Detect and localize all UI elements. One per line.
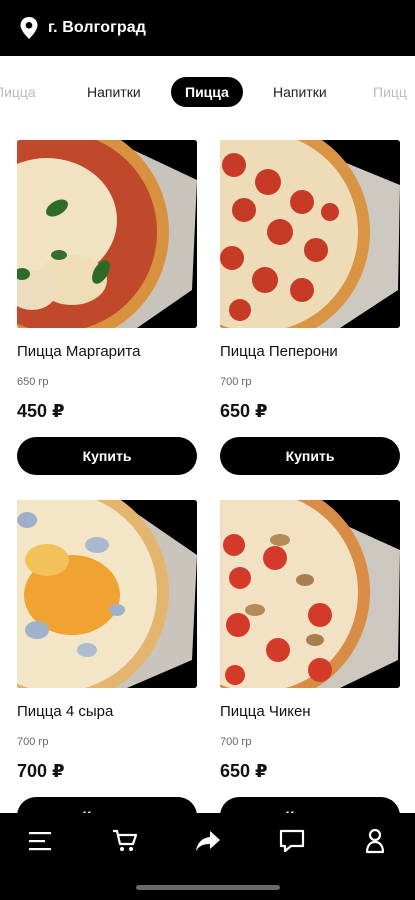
home-indicator	[136, 885, 280, 890]
chat-icon[interactable]	[278, 827, 306, 855]
product-image-pepperoni	[220, 140, 400, 328]
buy-button[interactable]: Купить	[17, 437, 197, 475]
product-image-margherita	[17, 140, 197, 328]
product-price: 700 ₽	[17, 761, 65, 781]
tab-pizza-prev[interactable]: Пицца	[0, 77, 36, 107]
location-pin-icon	[20, 17, 38, 39]
product-weight: 700 гр	[220, 376, 252, 388]
product-card[interactable]: Пицца Чикен 700 гр 650 ₽ Купить	[220, 500, 400, 835]
product-name: Пицца 4 сыра	[17, 703, 114, 720]
product-image-four-cheese	[17, 500, 197, 688]
product-card[interactable]: Пицца Пеперони 700 гр 650 ₽ Купить	[220, 140, 400, 475]
location-header[interactable]: г. Волгоград	[0, 0, 415, 56]
product-price: 650 ₽	[220, 761, 268, 781]
product-card[interactable]: Пицца Маргарита 650 гр 450 ₽ Купить	[17, 140, 197, 475]
product-weight: 700 гр	[17, 736, 49, 748]
product-price: 450 ₽	[17, 401, 65, 421]
menu-icon[interactable]	[27, 827, 55, 855]
profile-icon[interactable]	[361, 827, 389, 855]
product-name: Пицца Чикен	[220, 703, 311, 720]
product-name: Пицца Маргарита	[17, 343, 141, 360]
buy-button[interactable]: Купить	[220, 437, 400, 475]
product-card[interactable]: Пицца 4 сыра 700 гр 700 ₽ Купить	[17, 500, 197, 835]
product-price: 650 ₽	[220, 401, 268, 421]
tab-pizza-next[interactable]: Пицц	[373, 77, 407, 107]
city-label: г. Волгоград	[48, 19, 146, 36]
category-tabs: Пицца Напитки Пицца Напитки Пицц	[0, 56, 415, 130]
product-image-chicken	[220, 500, 400, 688]
cart-icon[interactable]	[111, 827, 139, 855]
product-weight: 700 гр	[220, 736, 252, 748]
product-name: Пицца Пеперони	[220, 343, 338, 360]
product-weight: 650 гр	[17, 376, 49, 388]
tab-drinks[interactable]: Напитки	[87, 77, 141, 107]
tab-pizza-active[interactable]: Пицца	[171, 77, 243, 107]
tab-drinks-next[interactable]: Напитки	[273, 77, 327, 107]
share-icon[interactable]	[194, 827, 222, 855]
